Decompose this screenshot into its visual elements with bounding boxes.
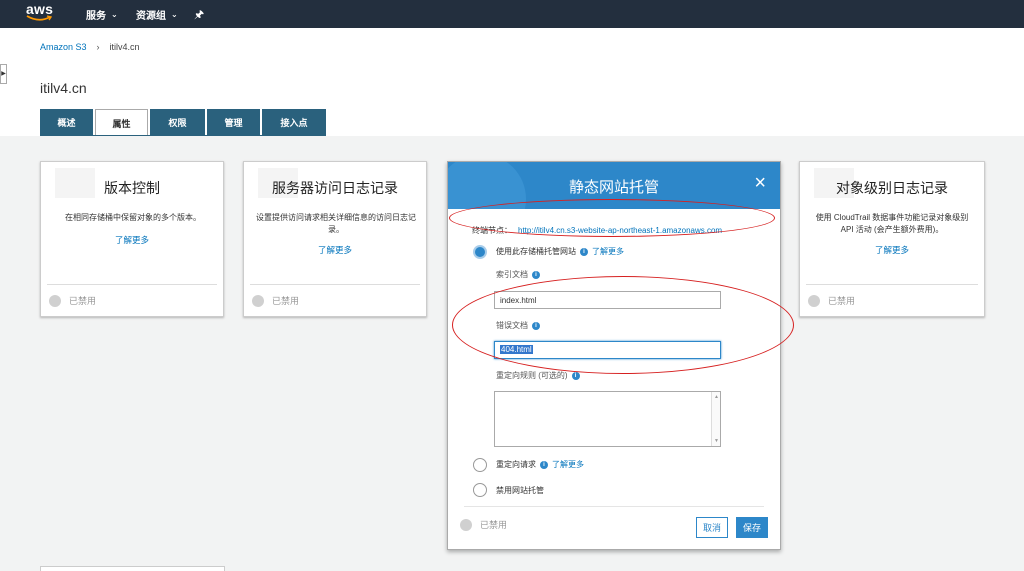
host-website-option: 使用此存储桶托管网站 i 了解更多 — [496, 246, 624, 257]
object-level-logging-status-label: 已禁用 — [828, 296, 856, 306]
server-access-logging-card[interactable]: 服务器访问日志记录 设置提供访问请求相关详细信息的访问日志记录。 了解更多 已禁… — [243, 161, 427, 317]
redirect-requests-label: 重定向请求 — [496, 460, 536, 469]
redirect-rules-label-row: 重定向规则 (可选的) i — [496, 370, 580, 381]
status-dot-icon — [460, 518, 472, 531]
card-divider — [806, 284, 978, 285]
top-nav: aws 服务 ⌄ 资源组 ⌄ 🖈 — [0, 0, 1024, 28]
breadcrumb-current: itilv4.cn — [109, 42, 140, 52]
object-level-logging-title: 对象级别日志记录 — [836, 180, 948, 196]
close-icon[interactable]: × — [754, 173, 766, 193]
tab-properties[interactable]: 属性 — [95, 109, 148, 136]
chevron-down-icon: ⌄ — [171, 10, 178, 19]
breadcrumb-amazon-s3[interactable]: Amazon S3 — [40, 42, 87, 52]
sidebar-toggle-icon[interactable]: ▶ — [0, 64, 7, 84]
host-website-label: 使用此存储桶托管网站 — [496, 247, 576, 256]
object-level-logging-status: 已禁用 — [808, 294, 855, 307]
next-card-edge — [40, 566, 225, 571]
server-access-logging-status: 已禁用 — [252, 294, 299, 307]
info-icon[interactable]: i — [580, 247, 588, 256]
object-level-logging-description: 使用 CloudTrail 数据事件功能记录对象级别 API 活动 (会产生额外… — [815, 213, 969, 234]
server-access-logging-description: 设置提供访问请求相关详细信息的访问日志记录。 — [256, 213, 416, 234]
server-access-logging-title: 服务器访问日志记录 — [272, 180, 398, 196]
scroll-down-icon[interactable]: ▼ — [714, 438, 719, 444]
status-dot-icon — [49, 294, 61, 307]
documents-annotation-ellipse — [452, 276, 794, 374]
tab-access-points[interactable]: 接入点 — [262, 109, 326, 136]
redirect-requests-option: 重定向请求 i 了解更多 — [496, 459, 584, 470]
breadcrumb: Amazon S3 › itilv4.cn — [40, 42, 140, 52]
dialog-title: 静态网站托管 — [568, 179, 659, 196]
info-icon[interactable]: i — [571, 371, 580, 380]
services-label: 服务 — [86, 11, 106, 22]
versioning-card[interactable]: 版本控制 在相同存储桶中保留对象的多个版本。 了解更多 已禁用 — [40, 161, 224, 317]
redirect-requests-learn-more-link[interactable]: 了解更多 — [552, 459, 584, 470]
cancel-button[interactable]: 取消 — [696, 517, 728, 538]
breadcrumb-separator: › — [96, 42, 100, 52]
redirect-rules-label: 重定向规则 (可选的) — [496, 371, 568, 380]
smile-icon — [26, 15, 52, 21]
page-title: itilv4.cn — [40, 80, 87, 96]
tab-bar: 概述 属性 权限 管理 接入点 — [40, 109, 328, 136]
dialog-status-label: 已禁用 — [480, 520, 508, 530]
versioning-status: 已禁用 — [49, 294, 96, 307]
disable-hosting-option: 禁用网站托管 — [496, 485, 544, 496]
status-dot-icon — [808, 294, 820, 307]
aws-logo[interactable]: aws — [26, 2, 56, 24]
tab-management[interactable]: 管理 — [207, 109, 260, 136]
info-icon[interactable]: i — [532, 270, 540, 279]
versioning-description: 在相同存储桶中保留对象的多个版本。 — [65, 213, 201, 222]
disable-hosting-radio[interactable] — [473, 483, 487, 497]
versioning-learn-more-link[interactable]: 了解更多 — [41, 234, 223, 246]
disable-hosting-label: 禁用网站托管 — [496, 486, 544, 495]
host-website-radio[interactable] — [473, 245, 487, 259]
host-website-learn-more-link[interactable]: 了解更多 — [592, 246, 624, 257]
dialog-divider — [464, 506, 764, 507]
redirect-rules-textarea[interactable]: ▲ ▼ — [494, 391, 721, 447]
index-document-label: 索引文档 — [496, 270, 528, 279]
tab-overview[interactable]: 概述 — [40, 109, 93, 136]
aws-logo-text: aws — [26, 1, 54, 17]
tab-permissions[interactable]: 权限 — [150, 109, 205, 136]
server-access-logging-status-label: 已禁用 — [272, 296, 300, 306]
resource-groups-label: 资源组 — [136, 11, 166, 22]
endpoint-annotation-ellipse — [449, 199, 775, 237]
card-divider — [250, 284, 420, 285]
index-document-label-row: 索引文档 i — [496, 269, 540, 280]
info-icon[interactable]: i — [540, 460, 548, 469]
versioning-title: 版本控制 — [104, 180, 160, 196]
services-menu[interactable]: 服务 ⌄ — [86, 7, 118, 22]
save-button[interactable]: 保存 — [736, 517, 768, 538]
scroll-up-icon[interactable]: ▲ — [714, 394, 719, 400]
versioning-status-label: 已禁用 — [69, 296, 97, 306]
server-access-logging-learn-more-link[interactable]: 了解更多 — [244, 244, 426, 256]
pin-icon[interactable]: 🖈 — [194, 6, 204, 25]
status-dot-icon — [252, 294, 264, 307]
card-divider — [47, 284, 217, 285]
object-level-logging-card[interactable]: 对象级别日志记录 使用 CloudTrail 数据事件功能记录对象级别 API … — [799, 161, 985, 317]
tab-underline — [40, 135, 324, 136]
resource-groups-menu[interactable]: 资源组 ⌄ — [136, 7, 178, 22]
chevron-down-icon: ⌄ — [111, 10, 118, 19]
redirect-requests-radio[interactable] — [473, 458, 487, 472]
textarea-scrollbar[interactable]: ▲ ▼ — [711, 392, 720, 446]
dialog-status: 已禁用 — [460, 518, 507, 531]
object-level-logging-learn-more-link[interactable]: 了解更多 — [800, 244, 984, 256]
